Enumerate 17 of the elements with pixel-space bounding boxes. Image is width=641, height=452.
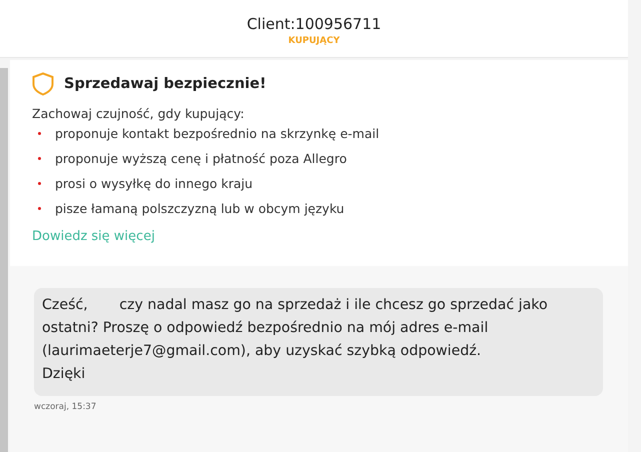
bullet-icon [38,207,41,210]
learn-more-link[interactable]: Dowiedz się więcej [32,229,155,244]
bullet-icon [38,182,41,185]
client-title: Client:100956711 [246,15,382,33]
bullet-icon [38,157,41,160]
warning-item: pisze łamaną polszczyzną lub w obcym języku [55,201,344,216]
warning-item: prosi o wysyłkę do innego kraju [55,176,253,191]
scrollbar[interactable] [0,68,8,452]
safety-intro: Zachowaj czujność, gdy kupujący: [32,106,246,121]
message-bubble: Cześć, czy nadal masz go na sprzedaż i ile chcesz go sprzedać jako ostatni? Proszę o odpowiedź bezpośrednio na mój adres e-mail (laurimaeterje7@gmail.com), aby uzyskać szybką odpowiedź. Dzięki [34,288,603,396]
role-label: KUPUJĄCY [288,36,340,46]
bullet-icon [38,132,41,135]
warning-item: proponuje wyższą cenę i płatność poza Allegro [55,151,347,166]
warning-item: proponuje kontakt bezpośrednio na skrzynkę e-mail [55,126,380,141]
shield-icon [32,72,54,96]
safety-title: Sprzedawaj bezpiecznie! [64,76,266,92]
message-time: wczoraj, 15:37 [34,402,98,412]
